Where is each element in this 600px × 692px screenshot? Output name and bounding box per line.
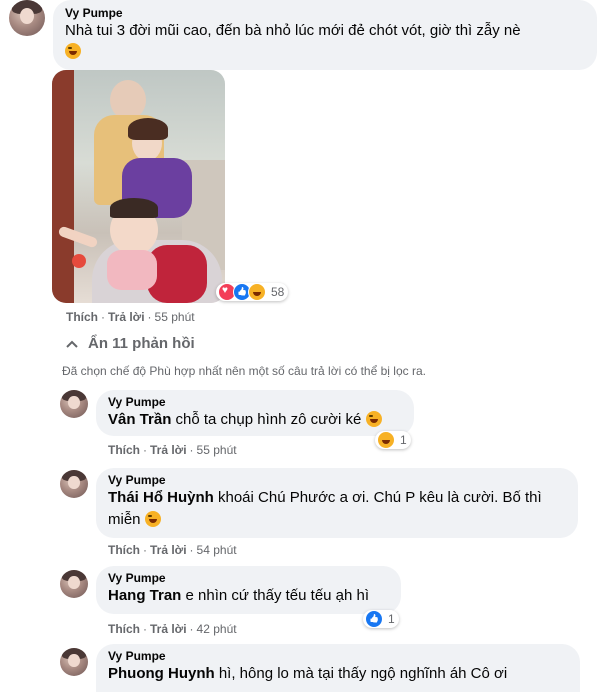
haha-reaction-icon <box>248 283 266 301</box>
comment-actions: Thích · Trả lời · 55 phút <box>108 443 237 457</box>
comment-bubble: Vy Pumpe Phuong Huynh hì, hông lo mà tại… <box>96 644 580 692</box>
comment-tag[interactable]: Vy Pumpe <box>108 473 566 487</box>
avatar[interactable] <box>60 470 88 498</box>
reaction-count: 1 <box>388 612 395 626</box>
laughing-emoji-icon <box>144 511 161 527</box>
reaction-count: 58 <box>271 285 285 299</box>
comment-bubble: Vy Pumpe Nhà tui 3 đời mũi cao, đến bà n… <box>53 0 597 70</box>
comment-text: Nhà tui 3 đời mũi cao, đến bà nhỏ lúc mớ… <box>65 22 521 39</box>
comment-tag[interactable]: Vy Pumpe <box>108 649 568 663</box>
filter-notice: Đã chọn chế độ Phù hợp nhất nên một số c… <box>62 364 426 378</box>
comment-text: e nhìn cứ thấy tếu tếu ạh hì <box>185 587 370 604</box>
haha-reaction-icon <box>377 431 395 449</box>
comment-time[interactable]: 55 phút <box>155 310 195 324</box>
like-reaction-icon <box>365 610 383 628</box>
comment-bubble: Vy Pumpe Vân Trần chỗ ta chụp hình zô cư… <box>96 390 414 436</box>
like-link[interactable]: Thích <box>66 310 98 324</box>
hide-replies-toggle[interactable]: Ẩn 11 phản hồi <box>66 335 195 352</box>
reply-link[interactable]: Trả lời <box>108 310 145 324</box>
like-link[interactable]: Thích <box>108 543 140 557</box>
reply-link[interactable]: Trả lời <box>150 543 187 557</box>
reaction-summary[interactable]: 1 <box>363 610 399 628</box>
laughing-emoji-icon <box>365 411 382 427</box>
comment-text: khoái Chú Phước a ơi. Chú P kêu là cười.… <box>218 489 542 506</box>
reaction-count: 1 <box>400 433 407 447</box>
reaction-summary[interactable]: 58 <box>216 283 289 301</box>
comment-text: miễn <box>108 511 141 528</box>
avatar[interactable] <box>60 570 88 598</box>
reply-link[interactable]: Trả lời <box>150 622 187 636</box>
comment-time[interactable]: 55 phút <box>197 443 237 457</box>
comment-actions: Thích · Trả lời · 42 phút <box>108 622 237 636</box>
hide-replies-label[interactable]: Ẩn 11 phản hồi <box>88 335 195 352</box>
comment-text: hì, hông lo mà tại thấy ngộ nghĩnh áh Cô… <box>218 665 508 682</box>
comment-text: chỗ ta chụp hình zô cười ké <box>175 411 362 428</box>
reply-link[interactable]: Trả lời <box>150 443 187 457</box>
comment-author[interactable]: Vân Trần <box>108 411 171 428</box>
comment-bubble: Vy Pumpe Thái Hổ Huỳnh khoái Chú Phước a… <box>96 468 578 538</box>
comment-actions: Thích · Trả lời · 54 phút <box>108 543 237 557</box>
comment-time[interactable]: 42 phút <box>197 622 237 636</box>
comment-tag[interactable]: Vy Pumpe <box>108 395 402 409</box>
comment-tag[interactable]: Vy Pumpe <box>65 6 585 20</box>
chevron-up-icon <box>66 340 78 348</box>
like-link[interactable]: Thích <box>108 443 140 457</box>
like-link[interactable]: Thích <box>108 622 140 636</box>
comment-time[interactable]: 54 phút <box>197 543 237 557</box>
comment-author[interactable]: Phuong Huynh <box>108 665 215 682</box>
comment-author[interactable]: Hang Tran <box>108 587 181 604</box>
laughing-emoji-icon <box>65 43 81 59</box>
avatar[interactable] <box>60 648 88 676</box>
comment-photo[interactable] <box>52 70 225 303</box>
comment-author[interactable]: Thái Hổ Huỳnh <box>108 489 214 506</box>
comment-actions: Thích · Trả lời · 55 phút <box>66 310 195 324</box>
avatar[interactable] <box>9 0 45 36</box>
comment-tag[interactable]: Vy Pumpe <box>108 571 389 585</box>
reaction-summary[interactable]: 1 <box>375 431 411 449</box>
avatar[interactable] <box>60 390 88 418</box>
comment-bubble: Vy Pumpe Hang Tran e nhìn cứ thấy tếu tế… <box>96 566 401 614</box>
